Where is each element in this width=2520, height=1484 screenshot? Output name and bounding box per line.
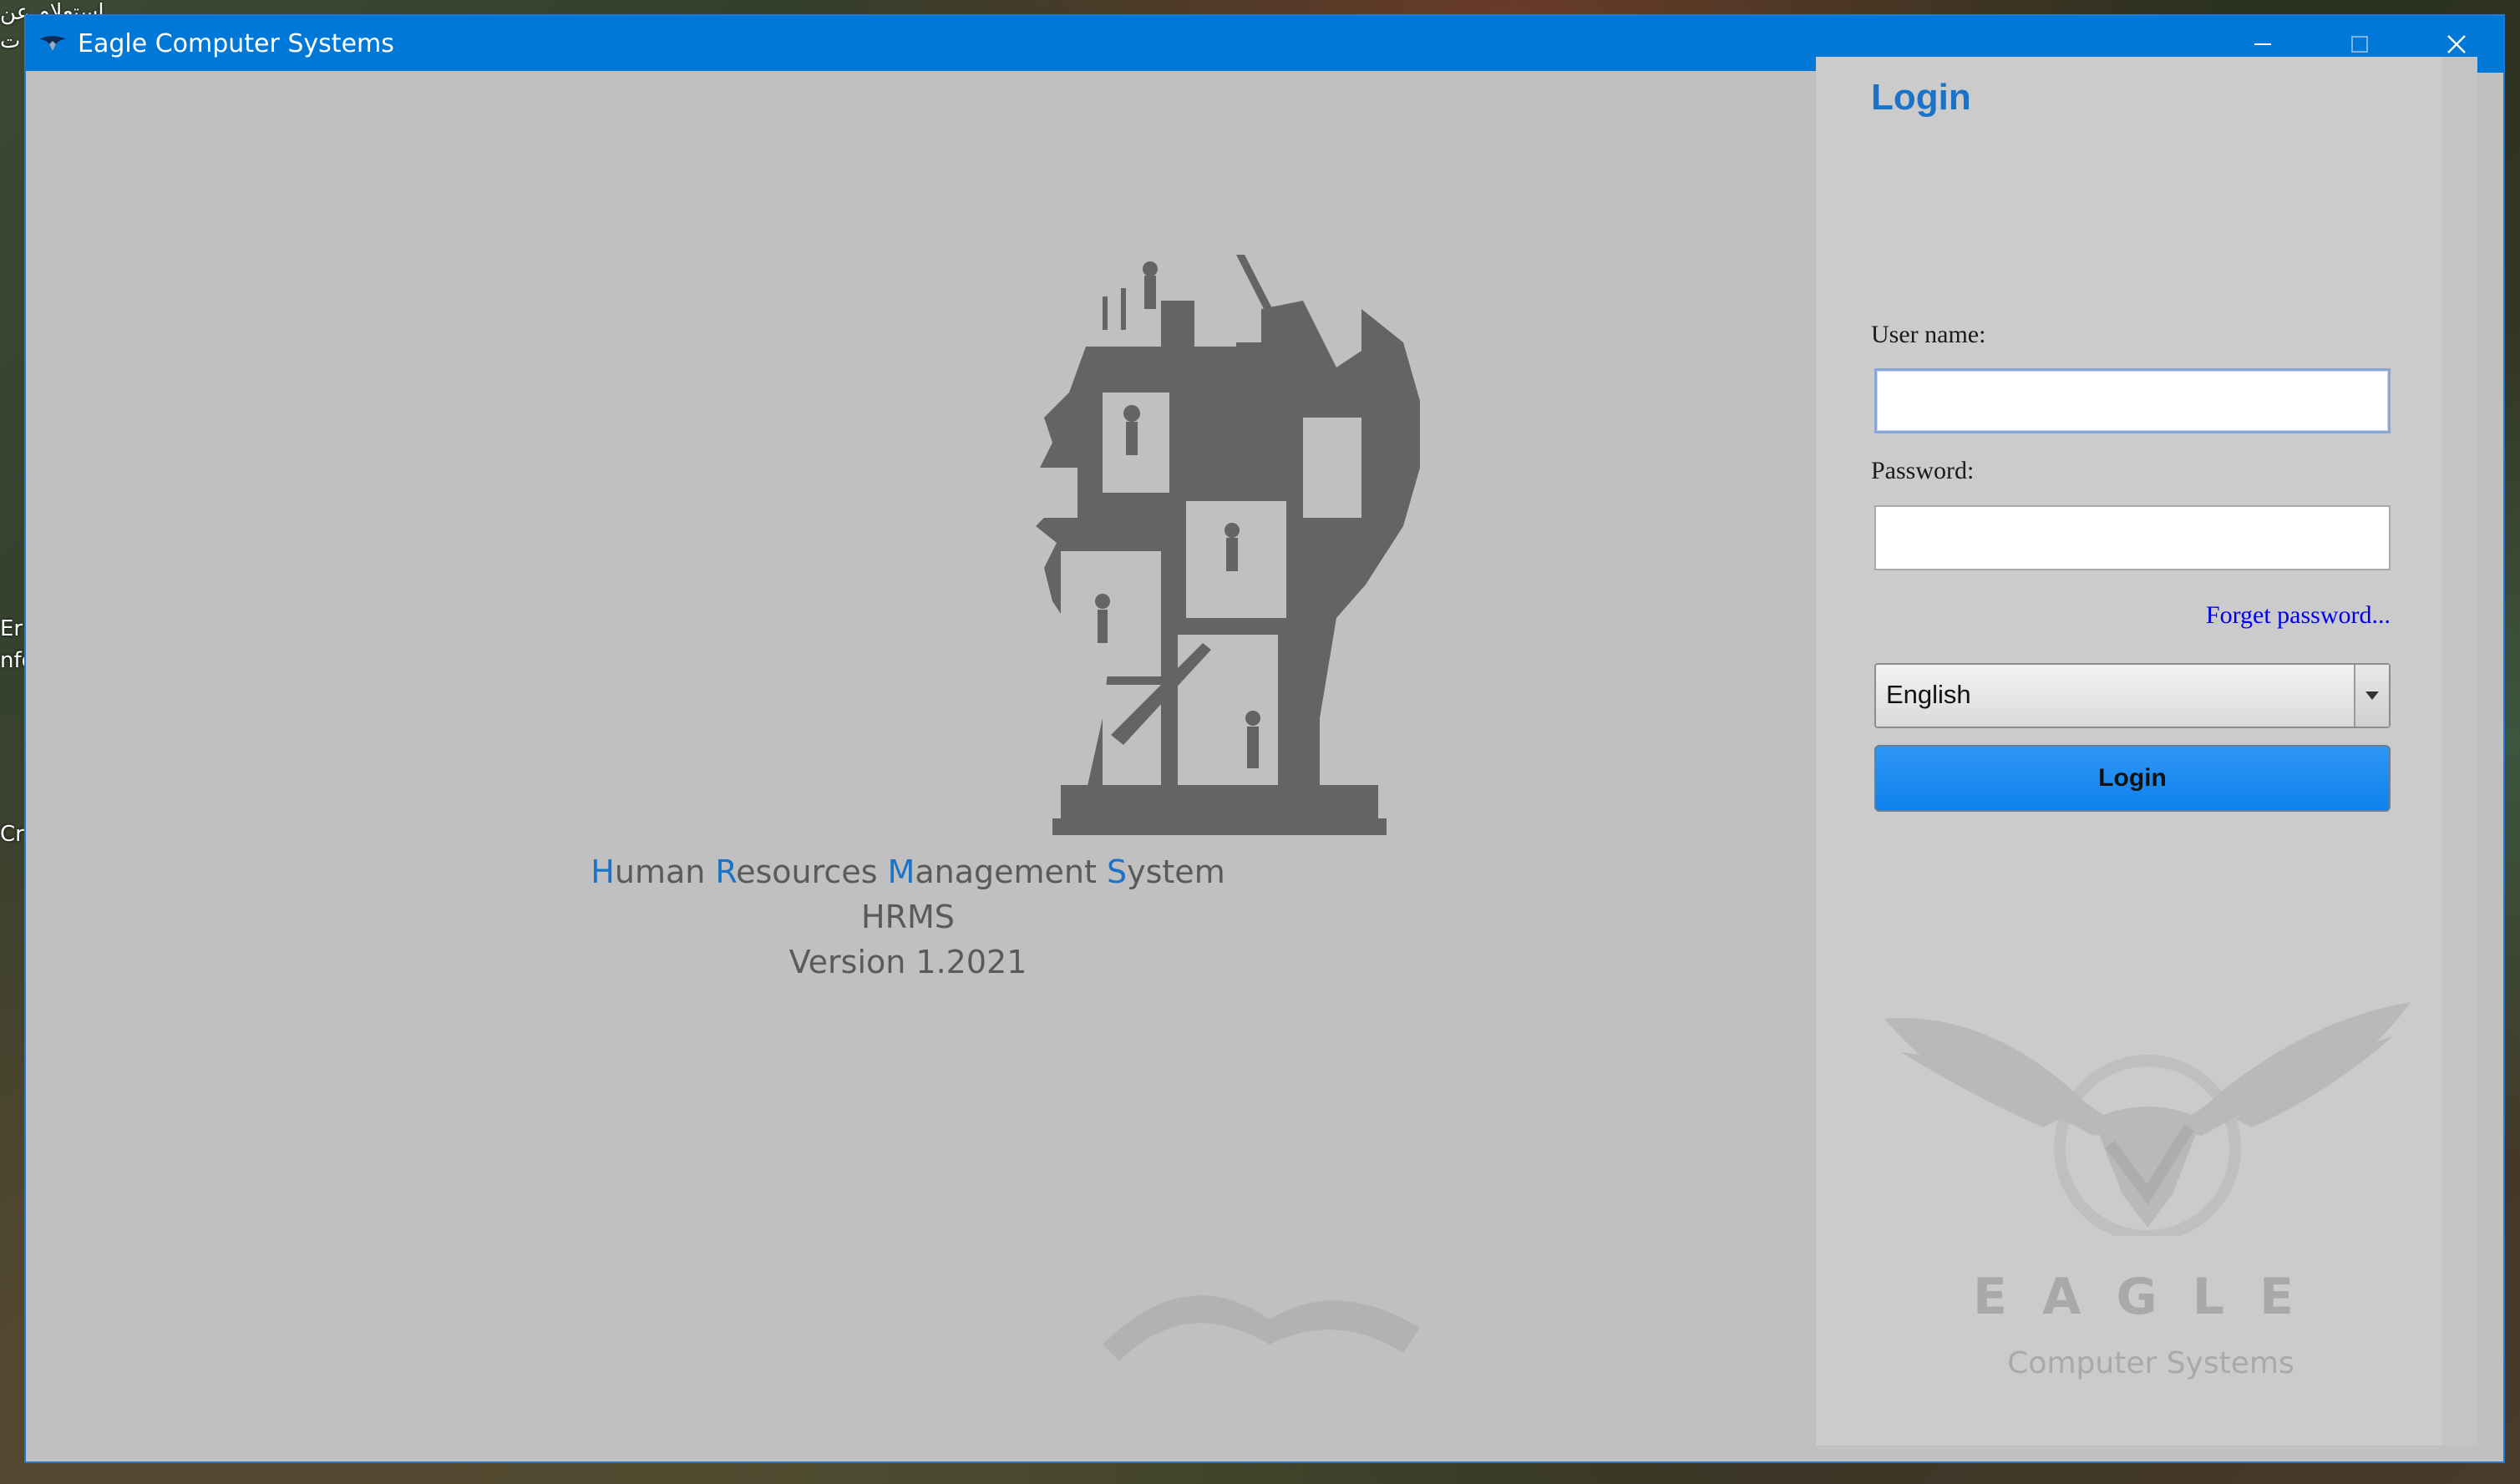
eagle-brand-subtitle: Computer Systems: [2007, 1346, 2294, 1380]
product-name-part: ystem: [1127, 853, 1225, 890]
login-button[interactable]: Login: [1874, 745, 2391, 812]
product-name-part: esources: [736, 853, 888, 890]
product-name-letter-m: M: [887, 853, 915, 890]
product-name-letter-r: R: [715, 853, 737, 890]
panel-edge: [2442, 57, 2477, 1446]
faint-watermark-logo: [1103, 1295, 1420, 1361]
desktop-fragment: Er: [0, 616, 23, 641]
product-abbreviation: HRMS: [861, 899, 955, 935]
product-name-part: uman: [614, 853, 716, 890]
window-title: Eagle Computer Systems: [78, 29, 394, 58]
hrms-head-logo: [1036, 255, 1420, 835]
product-name-letter-h: H: [591, 853, 615, 890]
language-select[interactable]: English: [1874, 663, 2391, 728]
eagle-brand-logo: [1884, 1002, 2411, 1236]
splash-area: [26, 71, 1842, 1460]
product-version: Version 1.2021: [788, 944, 1027, 980]
product-name: Human Resources Management System: [0, 853, 1816, 890]
maximize-icon: [2351, 36, 2368, 53]
password-input[interactable]: [1874, 505, 2391, 570]
password-label: Password:: [1871, 457, 1975, 484]
language-dropdown-button[interactable]: [2354, 665, 2389, 727]
username-input[interactable]: [1874, 368, 2391, 433]
close-icon: [2447, 35, 2466, 53]
chevron-down-icon: [2365, 691, 2379, 700]
forget-password-link[interactable]: Forget password...: [2122, 601, 2391, 630]
product-name-part: anagement: [915, 853, 1107, 890]
language-select-value: English: [1886, 680, 1971, 709]
eagle-brand-word: EAGLE: [1973, 1268, 2329, 1326]
username-label: User name:: [1871, 321, 1986, 348]
minimize-icon: [2254, 43, 2271, 45]
login-heading: Login: [1871, 77, 1971, 118]
product-name-letter-s: S: [1107, 853, 1128, 890]
desktop-fragment: Cr: [0, 822, 24, 847]
eagle-app-icon: [39, 36, 66, 51]
